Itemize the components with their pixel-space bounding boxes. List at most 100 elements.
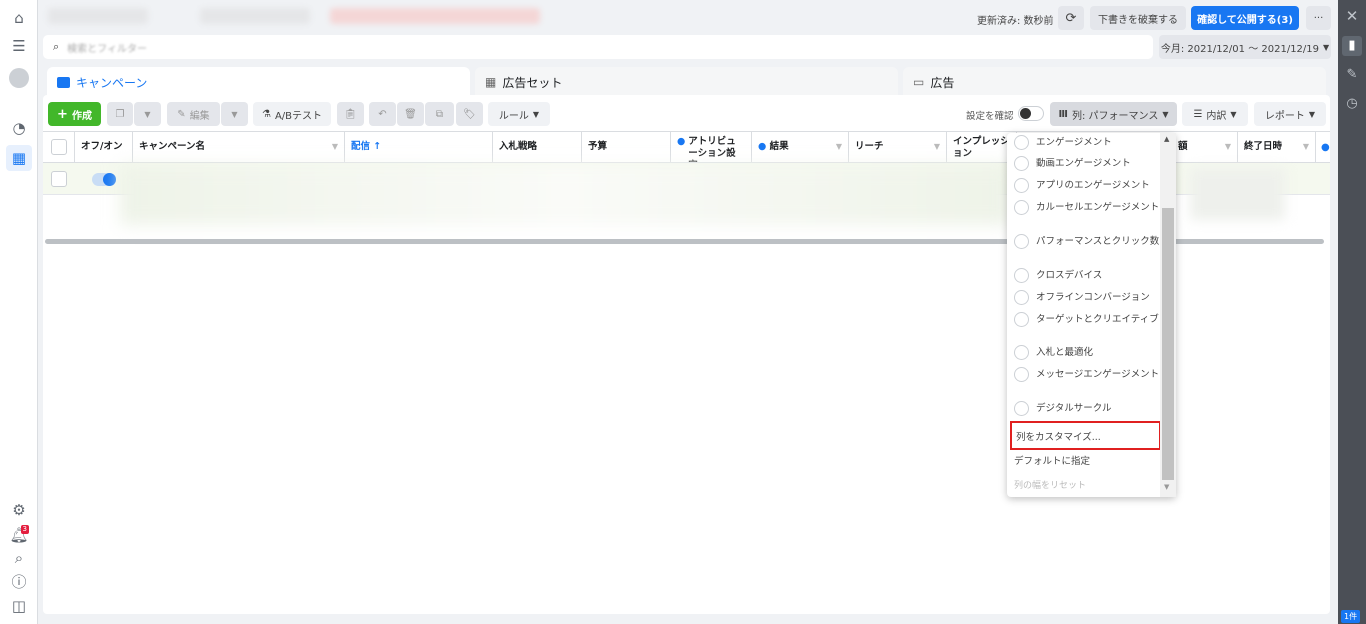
sort-icon: ▼ bbox=[835, 142, 842, 151]
radio-icon bbox=[1014, 135, 1029, 150]
menu-item-cross-device[interactable]: クロスデバイス bbox=[1014, 268, 1162, 283]
header-end-date[interactable]: 終了日時 ▼ bbox=[1238, 132, 1316, 162]
create-button[interactable]: + 作成 bbox=[48, 102, 101, 126]
radio-icon bbox=[1014, 290, 1029, 305]
bell-icon[interactable]: 🔔︎ 3 bbox=[9, 525, 29, 545]
preview-icon: ⧉ bbox=[435, 108, 444, 120]
search-input[interactable]: ⌕ 検索とフィルター bbox=[43, 35, 1153, 59]
header-budget[interactable]: 予算 bbox=[582, 132, 671, 162]
scroll-down-icon[interactable]: ▼ bbox=[1164, 483, 1169, 491]
date-range-picker[interactable]: 今月: 2021/12/01 ～ 2021/12/19 ▼ bbox=[1159, 35, 1331, 59]
header-on-off[interactable]: オフ/オン bbox=[75, 132, 133, 162]
info-icon: ● bbox=[1321, 142, 1330, 153]
tab-campaigns[interactable]: キャンペーン bbox=[47, 67, 470, 97]
header-delivery[interactable]: 配信 ↑ bbox=[345, 132, 493, 162]
menu-item-label: クロスデバイス bbox=[1036, 270, 1103, 281]
tag-button[interactable]: 🏷︎ bbox=[456, 102, 483, 126]
header-label: 配信 ↑ bbox=[351, 141, 382, 152]
caret-down-icon: ▼ bbox=[1230, 109, 1237, 119]
selection-count-badge: 1件 bbox=[1341, 610, 1361, 623]
header-attribution[interactable]: ●アトリビューション設定 bbox=[671, 132, 752, 171]
rules-label: ルール bbox=[498, 110, 529, 122]
menu-item-targeting-creative[interactable]: ターゲットとクリエイティブ bbox=[1014, 312, 1162, 327]
customize-columns-item[interactable]: 列をカスタマイズ... bbox=[1010, 421, 1161, 450]
rules-button[interactable]: ルール ▼ bbox=[488, 102, 550, 126]
tab-ads[interactable]: ▭ 広告 bbox=[903, 67, 1326, 97]
discard-drafts-button[interactable]: 下書きを破棄する bbox=[1090, 6, 1186, 30]
row-checkbox[interactable] bbox=[51, 171, 67, 187]
duplicate-button[interactable]: ❐ bbox=[107, 102, 133, 126]
view-settings-toggle[interactable] bbox=[1018, 106, 1044, 121]
columns-button[interactable]: Ⅲ 列: パフォーマンス ▼ bbox=[1050, 102, 1177, 126]
delete-button[interactable]: 🗑︎ bbox=[397, 102, 424, 126]
caret-down-icon: ▼ bbox=[1308, 109, 1316, 119]
menu-scrollbar-thumb[interactable] bbox=[1162, 208, 1174, 480]
tab-label: 広告 bbox=[930, 75, 955, 90]
review-publish-button[interactable]: 確認して公開する(3) bbox=[1191, 6, 1299, 30]
header-select-all[interactable] bbox=[43, 132, 75, 162]
header-label: 額 bbox=[1178, 141, 1188, 152]
account-selector[interactable] bbox=[200, 8, 310, 24]
caret-down-icon: ▼ bbox=[144, 109, 151, 119]
menu-item-video-engagement[interactable]: 動画エンゲージメント bbox=[1014, 156, 1162, 171]
menu-item-label: エンゲージメント bbox=[1036, 137, 1112, 148]
header-bid-strategy[interactable]: 入札戦略 bbox=[493, 132, 582, 162]
help-icon[interactable]: ⓘ bbox=[9, 572, 29, 592]
tab-ad-sets[interactable]: ▦ 広告セット bbox=[475, 67, 898, 97]
left-sidebar: ⌂ ☰ ◔ ▦ ⚙ 🔔︎ 3 ⌕ ⓘ ◫ bbox=[0, 0, 38, 624]
right-sidebar: ✕ ▮ ✎ ◷ 1件 bbox=[1338, 0, 1366, 624]
menu-item-bidding-optimization[interactable]: 入札と最適化 bbox=[1014, 345, 1162, 360]
preview-button[interactable]: ⧉ bbox=[425, 102, 454, 126]
notification-badge: 3 bbox=[20, 525, 29, 534]
refresh-button[interactable]: ⟳ bbox=[1058, 6, 1084, 30]
ab-test-button[interactable]: ⚗ A/Bテスト bbox=[253, 102, 331, 126]
menu-item-label: パフォーマンスとクリック数 bbox=[1036, 236, 1160, 247]
gauge-icon[interactable]: ◔ bbox=[9, 118, 29, 138]
avatar[interactable] bbox=[9, 68, 29, 88]
pencil-icon[interactable]: ✎ bbox=[1342, 65, 1362, 85]
menu-item-label: オフラインコンバージョン bbox=[1036, 292, 1150, 303]
header-results[interactable]: ● 結果 ▼ bbox=[752, 132, 849, 162]
info-icon: ● bbox=[677, 136, 686, 147]
ads-manager-table-icon[interactable]: ▦ bbox=[6, 145, 32, 171]
plus-icon: + bbox=[57, 106, 68, 122]
menu-item-offline-conversions[interactable]: オフラインコンバージョン bbox=[1014, 290, 1162, 305]
set-default-item[interactable]: デフォルトに指定 bbox=[1014, 453, 1090, 467]
more-button[interactable]: ··· bbox=[1306, 6, 1331, 30]
menu-item-performance-clicks[interactable]: パフォーマンスとクリック数 bbox=[1014, 234, 1162, 249]
home-icon[interactable]: ⌂ bbox=[9, 8, 29, 28]
menu-item-label: ターゲットとクリエイティブ bbox=[1036, 314, 1159, 325]
clipboard-button[interactable]: 📋︎ bbox=[337, 102, 364, 126]
close-icon[interactable]: ✕ bbox=[1342, 6, 1362, 26]
menu-item-digital-circle[interactable]: デジタルサークル bbox=[1014, 401, 1162, 416]
header-label: 終了日時 bbox=[1244, 141, 1283, 152]
menu-item-carousel-engagement[interactable]: カルーセルエンゲージメント bbox=[1014, 200, 1162, 215]
menu-item-label: デフォルトに指定 bbox=[1014, 456, 1091, 467]
sort-icon: ▼ bbox=[933, 142, 940, 151]
clock-icon[interactable]: ◷ bbox=[1342, 94, 1362, 114]
blurred-row-data bbox=[1190, 168, 1285, 220]
search-icon: ⌕ bbox=[53, 40, 60, 53]
search-icon[interactable]: ⌕ bbox=[9, 548, 29, 568]
bar-chart-icon[interactable]: ▮ bbox=[1342, 36, 1362, 56]
undo-button[interactable]: ↶ bbox=[369, 102, 396, 126]
menu-item-messaging-engagement[interactable]: メッセージエンゲージメント bbox=[1014, 367, 1162, 382]
menu-icon[interactable]: ☰ bbox=[9, 36, 29, 56]
header-campaign-name[interactable]: キャンペーン名 ▼ bbox=[133, 132, 345, 162]
breakdown-button[interactable]: ☰ 内訳 ▼ bbox=[1182, 102, 1248, 126]
panel-icon[interactable]: ◫ bbox=[9, 596, 29, 616]
duplicate-dropdown[interactable]: ▼ bbox=[134, 102, 161, 126]
select-all-checkbox[interactable] bbox=[50, 139, 67, 155]
header-reach[interactable]: リーチ ▼ bbox=[849, 132, 947, 162]
edit-button[interactable]: ✎ 編集 bbox=[167, 102, 220, 126]
edit-dropdown[interactable]: ▼ bbox=[221, 102, 248, 126]
menu-item-app-engagement[interactable]: アプリのエンゲージメント bbox=[1014, 178, 1162, 193]
gear-icon[interactable]: ⚙ bbox=[9, 500, 29, 520]
reports-button[interactable]: レポート ▼ bbox=[1254, 102, 1326, 126]
menu-item-engagement[interactable]: エンゲージメント bbox=[1014, 135, 1162, 150]
scroll-up-icon[interactable]: ▲ bbox=[1164, 135, 1169, 143]
radio-icon bbox=[1014, 312, 1029, 327]
refresh-icon: ⟳ bbox=[1065, 10, 1077, 26]
campaign-toggle[interactable] bbox=[92, 173, 116, 186]
menu-item-label: デジタルサークル bbox=[1036, 403, 1112, 414]
